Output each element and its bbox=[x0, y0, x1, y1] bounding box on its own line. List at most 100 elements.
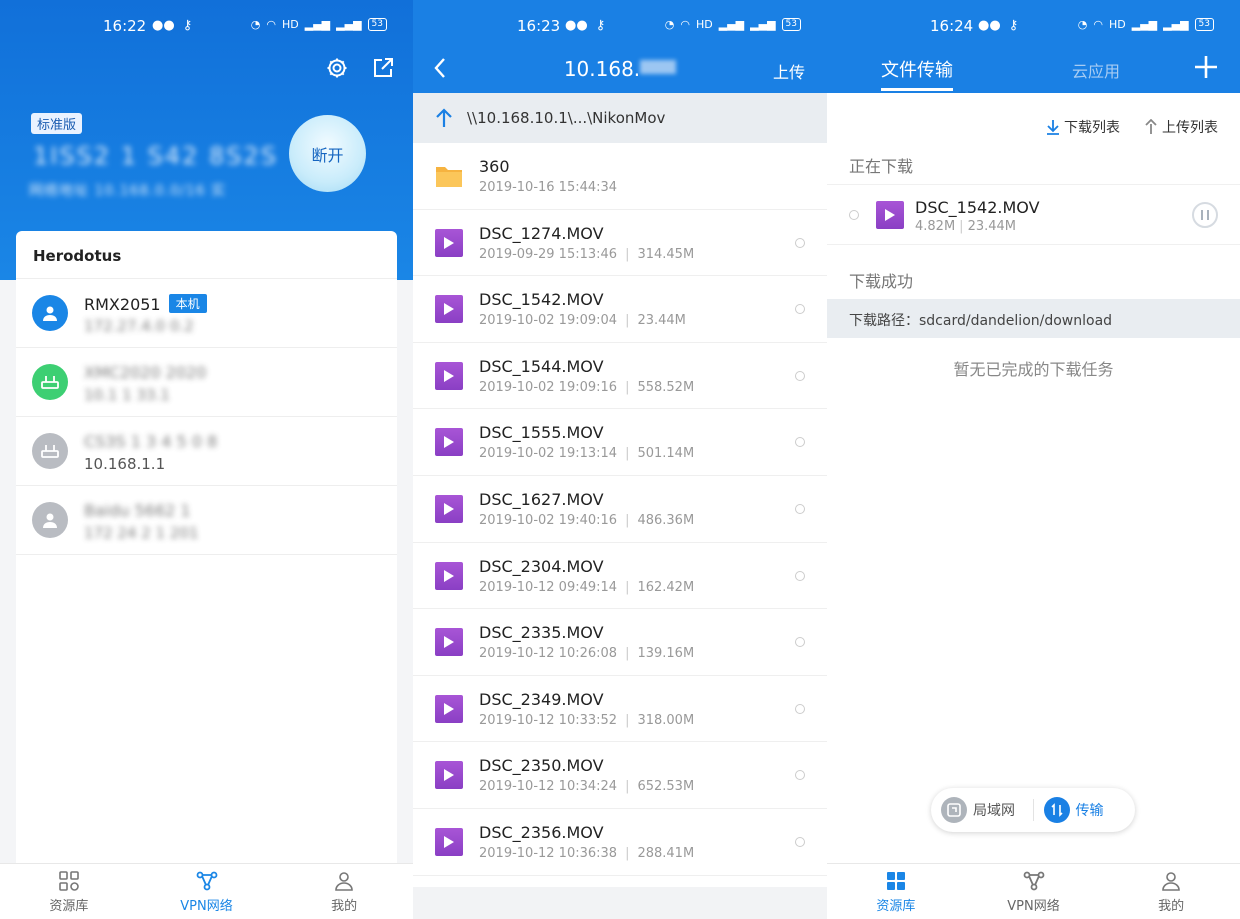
pause-button[interactable] bbox=[1192, 202, 1218, 228]
nav-item-2[interactable]: 我的 bbox=[1102, 864, 1240, 919]
device-name: RMX2051 本机 bbox=[84, 294, 207, 314]
file-row[interactable]: DSC_2304.MOV 2019-10-12 09:49:14 | 162.42M bbox=[413, 543, 827, 610]
battery-icon: 53 bbox=[367, 18, 387, 31]
download-item[interactable]: DSC_1542.MOV 4.82M | 23.44M bbox=[827, 184, 1240, 245]
nav-item-0[interactable]: 资源库 bbox=[0, 864, 138, 919]
device-ip: 10.168.1.1 bbox=[84, 455, 166, 473]
video-file-icon bbox=[435, 761, 463, 790]
nav-item-1[interactable]: VPN网络 bbox=[965, 864, 1103, 919]
file-date: 2019-10-12 10:34:24 bbox=[479, 779, 618, 795]
file-date: 2019-09-29 15:13:46 bbox=[479, 246, 618, 262]
cell-signal-icon: ▂▄▆ bbox=[1163, 18, 1189, 31]
plus-icon[interactable] bbox=[1194, 55, 1218, 79]
file-date: 2019-10-12 10:26:08 bbox=[479, 646, 618, 662]
disconnect-button[interactable]: 断开 bbox=[289, 115, 366, 192]
signal-icon: ◔ bbox=[1077, 18, 1088, 31]
nav-label: 资源库 bbox=[876, 898, 916, 914]
transfer-header: 16:24 ●● ⚷ ◔ ◠ HD ▂▄▆ ▂▄▆ 53 文件传输 云应用 bbox=[827, 0, 1240, 93]
select-radio[interactable] bbox=[795, 703, 805, 714]
file-name: DSC_2304.MOV bbox=[479, 556, 604, 576]
file-row[interactable]: DSC_2356.MOV 2019-10-12 10:36:38 | 288.41M bbox=[413, 809, 827, 876]
select-radio[interactable] bbox=[795, 304, 805, 315]
video-file-icon bbox=[435, 827, 463, 856]
file-date: 2019-10-12 10:33:52 bbox=[479, 712, 618, 728]
tab-file-transfer[interactable]: 文件传输 bbox=[881, 56, 953, 91]
file-row[interactable]: DSC_1542.MOV 2019-10-02 19:09:04 | 23.44M bbox=[413, 276, 827, 343]
device-list: RMX2051 本机 172.27.4.0 0.2 XMC2020 2020 10… bbox=[16, 279, 397, 555]
select-radio[interactable] bbox=[795, 437, 805, 448]
select-radio[interactable] bbox=[795, 370, 805, 381]
select-radio[interactable] bbox=[795, 503, 805, 514]
device-row[interactable]: RMX2051 本机 172.27.4.0 0.2 bbox=[16, 279, 397, 348]
select-radio[interactable] bbox=[795, 770, 805, 781]
cell-signal-icon: ▂▄▆ bbox=[1131, 18, 1158, 31]
device-card: Herodotus RMX2051 本机 172.27.4.0 0.2 XMC20… bbox=[16, 231, 397, 864]
select-radio[interactable] bbox=[795, 237, 805, 248]
file-name: DSC_1555.MOV bbox=[479, 423, 604, 443]
status-bar: 16:24 ●● ⚷ ◔ ◠ HD ▂▄▆ ▂▄▆ 53 bbox=[827, 0, 1240, 52]
self-tag: 本机 bbox=[168, 294, 207, 313]
download-path: 下载路径：sdcard/dandelion/download bbox=[827, 299, 1240, 338]
upload-icon bbox=[1145, 119, 1157, 134]
signal-icon: ◔ bbox=[250, 18, 261, 31]
host-title: 10.168. bbox=[563, 57, 641, 81]
file-row[interactable]: DSC_1544.MOV 2019-10-02 19:09:16 | 558.52M bbox=[413, 343, 827, 410]
file-name: DSC_2349.MOV bbox=[479, 689, 604, 709]
gear-icon[interactable] bbox=[325, 56, 349, 80]
file-row[interactable]: DSC_1555.MOV 2019-10-02 19:13:14 | 501.14M bbox=[413, 409, 827, 476]
device-row[interactable]: Baidu 5662 1 172 24 2 1 201 bbox=[16, 486, 397, 555]
nav-label: 资源库 bbox=[49, 898, 89, 914]
network-type: HD bbox=[1109, 18, 1126, 31]
file-row[interactable]: DSC_2335.MOV 2019-10-12 10:26:08 | 139.16M bbox=[413, 609, 827, 676]
file-size: 139.16M bbox=[637, 646, 695, 662]
video-file-icon bbox=[435, 561, 463, 590]
person-icon bbox=[1160, 870, 1182, 892]
file-size: 314.45M bbox=[637, 246, 695, 262]
wechat-icon: ●● bbox=[152, 18, 175, 33]
nav-item-1[interactable]: VPN网络 bbox=[138, 864, 276, 919]
cell-signal-icon: ▂▄▆ bbox=[304, 18, 331, 31]
key-icon: ⚷ bbox=[595, 18, 606, 33]
edition-badge: 标准版 bbox=[31, 113, 83, 134]
device-row[interactable]: XMC2020 2020 10.1 1 33.1 bbox=[16, 348, 397, 417]
cell-signal-icon: ▂▄▆ bbox=[718, 18, 745, 31]
file-row[interactable]: DSC_2349.MOV 2019-10-12 10:33:52 | 318.00M bbox=[413, 676, 827, 743]
share-external-icon[interactable] bbox=[371, 56, 395, 80]
router-icon bbox=[32, 364, 68, 400]
arrow-up-icon[interactable] bbox=[435, 108, 453, 128]
wechat-icon: ●● bbox=[978, 18, 1001, 33]
select-radio[interactable] bbox=[849, 210, 859, 220]
device-row[interactable]: CS3S 1 3 4 5 0 8 10.168.1.1 bbox=[16, 417, 397, 486]
tab-cloud-apps[interactable]: 云应用 bbox=[1072, 58, 1120, 82]
nav-item-0[interactable]: 资源库 bbox=[827, 864, 965, 919]
path-bar[interactable]: \\10.168.10.1\...\NikonMov bbox=[413, 93, 827, 143]
network-type: HD bbox=[282, 18, 299, 31]
file-row[interactable]: DSC_1274.MOV 2019-09-29 15:13:46 | 314.45M bbox=[413, 210, 827, 277]
battery-icon: 53 bbox=[781, 18, 801, 31]
download-icon bbox=[1047, 120, 1059, 135]
select-radio[interactable] bbox=[795, 570, 805, 581]
select-radio[interactable] bbox=[795, 836, 805, 847]
transfer-mode-button[interactable]: 传输 bbox=[1034, 797, 1136, 823]
folder-icon bbox=[436, 167, 462, 187]
nav-item-2[interactable]: 我的 bbox=[275, 864, 413, 919]
status-time: 16:23 bbox=[517, 17, 561, 35]
file-row[interactable]: DSC_2350.MOV 2019-10-12 10:34:24 | 652.53M bbox=[413, 742, 827, 809]
network-subtitle: 网络地址 10.168.0.0/16 实 bbox=[29, 183, 227, 199]
device-ip: 10.1 1 33.1 bbox=[84, 386, 170, 404]
lan-mode-button[interactable]: 局域网 bbox=[931, 797, 1033, 823]
upload-button[interactable]: 上传 bbox=[773, 59, 805, 83]
file-name: DSC_2335.MOV bbox=[479, 623, 604, 643]
grid-icon bbox=[885, 870, 907, 892]
file-name: DSC_1627.MOV bbox=[479, 489, 604, 509]
file-row[interactable]: DSC_1627.MOV 2019-10-02 19:40:16 | 486.36M bbox=[413, 476, 827, 543]
download-list-link[interactable]: 下载列表 bbox=[1046, 117, 1120, 137]
file-date: 2019-10-02 19:09:04 bbox=[479, 313, 618, 329]
file-name: DSC_1544.MOV bbox=[479, 356, 604, 376]
file-row[interactable]: 360 2019-10-16 15:44:34 bbox=[413, 143, 827, 210]
select-radio[interactable] bbox=[795, 637, 805, 648]
video-file-icon bbox=[435, 361, 463, 390]
network-name: Herodotus bbox=[16, 231, 397, 279]
upload-list-link[interactable]: 上传列表 bbox=[1144, 117, 1218, 137]
vpn-network-icon bbox=[196, 870, 218, 892]
